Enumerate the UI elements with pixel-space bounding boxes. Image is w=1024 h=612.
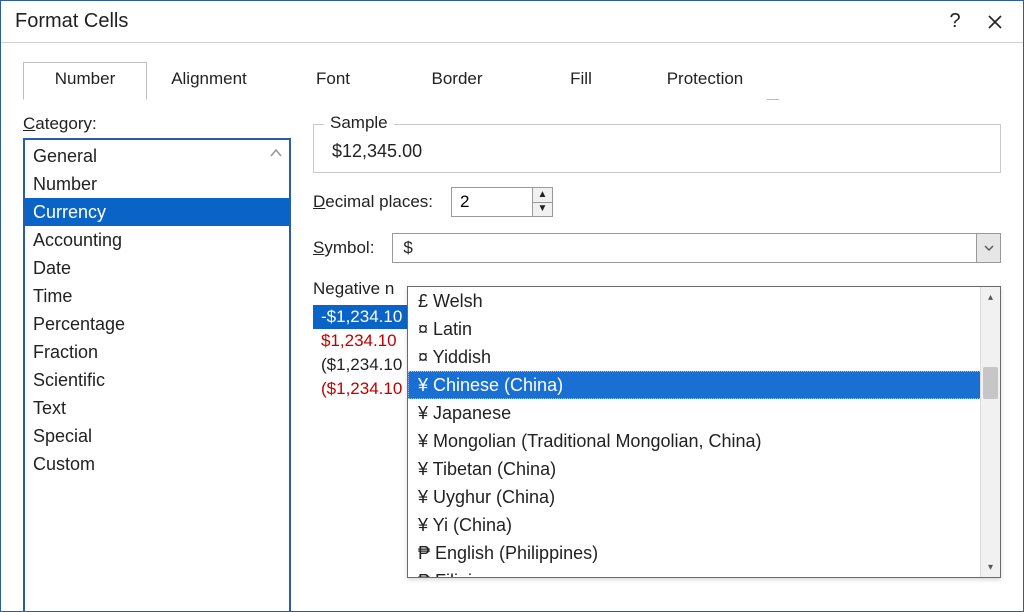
right-column: Sample $12,345.00 Decimal places: ▲ ▼ Sy… xyxy=(313,114,1001,612)
combo-dropdown-button[interactable] xyxy=(976,234,1000,262)
help-button[interactable]: ? xyxy=(935,2,975,42)
content-area: Category: General Number Currency Accoun… xyxy=(1,100,1023,612)
decimal-input[interactable] xyxy=(452,188,532,216)
category-accel: C xyxy=(23,114,35,133)
list-item[interactable]: General xyxy=(25,142,289,170)
list-item[interactable]: Accounting xyxy=(25,226,289,254)
tab-protection[interactable]: Protection xyxy=(643,62,767,100)
list-item[interactable]: Text xyxy=(25,394,289,422)
list-item[interactable]: Fraction xyxy=(25,338,289,366)
tab-alignment[interactable]: Alignment xyxy=(147,62,271,100)
decimal-spinner[interactable]: ▲ ▼ xyxy=(451,187,553,217)
dropdown-item[interactable]: ¥ Japanese xyxy=(408,399,1000,427)
symbol-dropdown-list[interactable]: £ Welsh ¤ Latin ¤ Yiddish ¥ Chinese (Chi… xyxy=(407,286,1001,578)
category-listbox[interactable]: General Number Currency Accounting Date … xyxy=(23,138,291,612)
dropdown-item[interactable]: ¥ Mongolian (Traditional Mongolian, Chin… xyxy=(408,427,1000,455)
tab-font[interactable]: Font xyxy=(271,62,395,100)
sample-legend: Sample xyxy=(324,113,394,133)
titlebar: Format Cells ? xyxy=(1,1,1023,43)
list-item[interactable]: Time xyxy=(25,282,289,310)
window-title: Format Cells xyxy=(15,10,935,33)
scroll-down-button[interactable]: ▾ xyxy=(981,557,1000,577)
symbol-label: Symbol: xyxy=(313,238,374,258)
list-item[interactable]: Number xyxy=(25,170,289,198)
symbol-value: $ xyxy=(393,238,976,258)
list-item[interactable]: Custom xyxy=(25,450,289,478)
list-item[interactable]: Date xyxy=(25,254,289,282)
list-item[interactable]: Scientific xyxy=(25,366,289,394)
tab-number[interactable]: Number xyxy=(23,62,147,100)
spinner-up-button[interactable]: ▲ xyxy=(533,188,552,203)
dropdown-item[interactable]: ¥ Chinese (China) xyxy=(408,371,1000,399)
decimal-label: Decimal places: xyxy=(313,192,433,212)
scroll-up-icon[interactable] xyxy=(265,142,287,164)
spinner-buttons: ▲ ▼ xyxy=(532,188,552,216)
dropdown-scrollbar[interactable]: ▴ ▾ xyxy=(980,287,1000,577)
scroll-track[interactable] xyxy=(981,307,1000,557)
close-icon xyxy=(987,14,1003,30)
dropdown-item[interactable]: ¥ Uyghur (China) xyxy=(408,483,1000,511)
symbol-combobox[interactable]: $ xyxy=(392,233,1001,263)
tab-border[interactable]: Border xyxy=(395,62,519,100)
spinner-down-button[interactable]: ▼ xyxy=(533,203,552,217)
category-label: Category: xyxy=(23,114,291,134)
list-item[interactable]: Special xyxy=(25,422,289,450)
dropdown-item[interactable]: ¥ Yi (China) xyxy=(408,511,1000,539)
sample-value: $12,345.00 xyxy=(314,125,1000,172)
dropdown-item[interactable]: ¤ Yiddish xyxy=(408,343,1000,371)
symbol-row: Symbol: $ xyxy=(313,233,1001,263)
sample-group: Sample $12,345.00 xyxy=(313,124,1001,173)
list-item[interactable]: Percentage xyxy=(25,310,289,338)
tab-fill[interactable]: Fill xyxy=(519,62,643,100)
dropdown-item[interactable]: ¥ Tibetan (China) xyxy=(408,455,1000,483)
scroll-thumb[interactable] xyxy=(983,367,998,399)
scroll-up-button[interactable]: ▴ xyxy=(981,287,1000,307)
tabs: Number Alignment Font Border Fill Protec… xyxy=(23,61,779,100)
list-item[interactable]: Currency xyxy=(25,198,289,226)
dropdown-item[interactable]: ¤ Latin xyxy=(408,315,1000,343)
decimal-row: Decimal places: ▲ ▼ xyxy=(313,187,1001,217)
format-cells-dialog: Format Cells ? Number Alignment Font Bor… xyxy=(0,0,1024,612)
close-button[interactable] xyxy=(975,2,1015,42)
dropdown-item[interactable]: £ Welsh xyxy=(408,287,1000,315)
chevron-down-icon xyxy=(984,245,994,251)
dropdown-item[interactable]: ₱ Filipino xyxy=(408,567,1000,577)
category-column: Category: General Number Currency Accoun… xyxy=(23,114,291,612)
dropdown-item[interactable]: ₱ English (Philippines) xyxy=(408,539,1000,567)
